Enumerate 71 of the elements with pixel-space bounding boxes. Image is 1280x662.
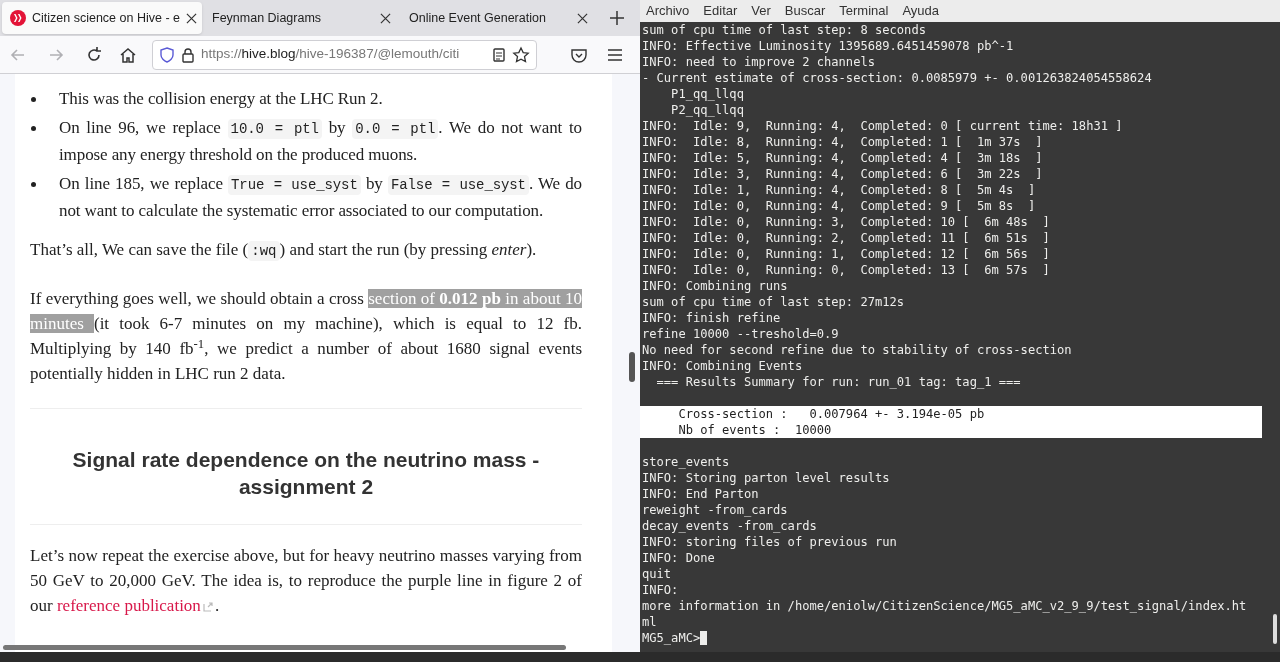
lock-icon [180, 46, 196, 63]
terminal-line: store_events [641, 454, 730, 470]
terminal-line: INFO: Idle: 0, Running: 2, Completed: 11 [ 6m 51s ] [641, 230, 1050, 246]
scrollbar-thumb[interactable] [629, 352, 635, 382]
paragraph: Let’s now repeat the exercise above, but for heavy neutrino masses varying from 50 GeV to 20,000 GeV. The idea is, to reproduce the purple line in figure 2 of our reference publication . [30, 545, 582, 617]
menu-item[interactable]: Editar [703, 1, 738, 21]
terminal-line: INFO: Idle: 0, Running: 0, Completed: 13 [ 6m 57s ] [641, 262, 1050, 278]
terminal-line: INFO: storing files of previous run [641, 534, 897, 550]
reader-view-icon[interactable] [491, 46, 507, 63]
terminal-line: INFO: need to improve 2 channels [641, 54, 875, 70]
menu-item[interactable]: Buscar [784, 1, 826, 21]
paragraph: That’s all, We can save the file ( :wq ) and start the run (by pressing enter). [30, 239, 538, 263]
terminal-line: - Current estimate of cross-section: 0.0085979 +- 0.001263824054558624 [641, 70, 1152, 86]
section-heading: Signal rate dependence on the neutrino mass - assignment 2 [71, 447, 541, 500]
terminal-line: decay_events -from_cards [641, 518, 817, 534]
horizontal-scrollbar-thumb[interactable] [3, 645, 566, 650]
terminal-line: INFO: Idle: 0, Running: 3, Completed: 10 [ 6m 48s ] [641, 214, 1050, 230]
close-icon[interactable] [380, 12, 391, 24]
terminal-line: No need for second refine due to stability of cross-section [641, 342, 1072, 358]
address-bar[interactable]: https://hive.blog/hive-196387/@lemouth/citi [152, 39, 537, 70]
terminal-line: INFO: Combining Events [641, 358, 803, 374]
terminal-line: INFO: Idle: 5, Running: 4, Completed: 4 [ 3m 18s ] [641, 150, 1043, 166]
terminal-line: === Results Summary for run: run_01 tag: tag_1 === [655, 374, 1021, 390]
site-logo-icon [10, 10, 26, 26]
terminal-line: INFO: Idle: 9, Running: 4, Completed: 0 [ current time: 18h31 ] [641, 118, 1123, 134]
terminal-line: INFO: Idle: 3, Running: 4, Completed: 6 [ 3m 22s ] [641, 166, 1043, 182]
browser-tab[interactable]: Online Event Generation [401, 2, 596, 34]
terminal-line: sum of cpu time of last step: 8 seconds [641, 22, 926, 38]
cursor [700, 631, 708, 645]
browser-tab[interactable]: Feynman Diagrams [204, 2, 399, 34]
menu-item[interactable]: Ayuda [902, 1, 940, 21]
url-text: https://hive.blog/hive-196387/@lemouth/citi [201, 45, 461, 64]
external-link-icon [202, 602, 213, 613]
terminal-line: INFO: finish refine [641, 310, 781, 326]
terminal-line: refine 10000 --treshold=0.9 [641, 326, 839, 342]
menu-item[interactable]: Archivo [646, 1, 690, 21]
list-item-text: On line 96, we replace 10.0 = ptl by 0.0 = ptl . We do not want to impose any energy threshold on the produced muons. [59, 117, 582, 166]
new-tab-icon[interactable] [610, 11, 624, 25]
close-icon[interactable] [577, 12, 588, 24]
terminal-line: INFO: Idle: 0, Running: 4, Completed: 9 [ 5m 8s ] [641, 198, 1036, 214]
bullet-icon [31, 97, 36, 102]
paragraph: If everything goes well, we should obtain a cross section of 0.012 pb in about 10 minutes (it took 6-7 minutes on my machine), which is equal to 12 fb. Multiplying by 140 fb$^{-1}$, we predict a number of about 1680 signal events potentially hidden in LHC run 2 data. [30, 288, 582, 385]
bullet-icon [31, 126, 36, 131]
terminal-line: INFO: Combining runs [641, 278, 788, 294]
browser-tab[interactable]: Citizen science on Hive - e [2, 2, 202, 34]
terminal-line: INFO: Idle: 8, Running: 4, Completed: 1 [ 1m 37s ] [641, 134, 1043, 150]
terminal-line: sum of cpu time of last step: 27m12s [641, 294, 905, 310]
terminal-line: P1_qq_llqq [670, 86, 744, 102]
terminal-line: INFO: Done [641, 550, 715, 566]
close-icon[interactable] [186, 12, 197, 24]
prompt-text: MG5_aMC> [641, 630, 701, 646]
terminal-line: INFO: End Parton [641, 486, 759, 502]
bullet-icon [31, 182, 36, 187]
terminal-line: ml [641, 614, 657, 630]
menu-item[interactable]: Terminal [839, 1, 889, 21]
terminal-line: INFO: Idle: 0, Running: 1, Completed: 12 [ 6m 56s ] [641, 246, 1050, 262]
star-icon[interactable] [512, 45, 530, 64]
list-item-text: This was the collision energy at the LHC Run 2. [59, 88, 383, 110]
link[interactable]: reference publication [56, 596, 201, 615]
terminal-line: reweight -from_cards [641, 502, 788, 518]
terminal-line: quit [641, 566, 672, 582]
terminal-line: INFO: [641, 582, 679, 598]
terminal-line: INFO: Storing parton level results [641, 470, 890, 486]
terminal-line: INFO: Idle: 1, Running: 4, Completed: 8 [ 5m 4s ] [641, 182, 1036, 198]
terminal-line: P2_qq_llqq [670, 102, 744, 118]
terminal-line: INFO: Effective Luminosity 1395689.6451459078 pb^-1 [641, 38, 1014, 54]
list-item-text: On line 185, we replace True = use_syst by False = use_syst . We do not want to calculate the systematic error associated to our computation. [59, 173, 582, 222]
terminal-line: more information in /home/eniolw/CitizenScience/MG5_aMC_v2_9_9/test_signal/index.ht [641, 598, 1247, 614]
scrollbar-thumb[interactable] [1273, 614, 1277, 644]
shield-icon [159, 46, 175, 63]
menu-item[interactable]: Ver [751, 1, 771, 21]
